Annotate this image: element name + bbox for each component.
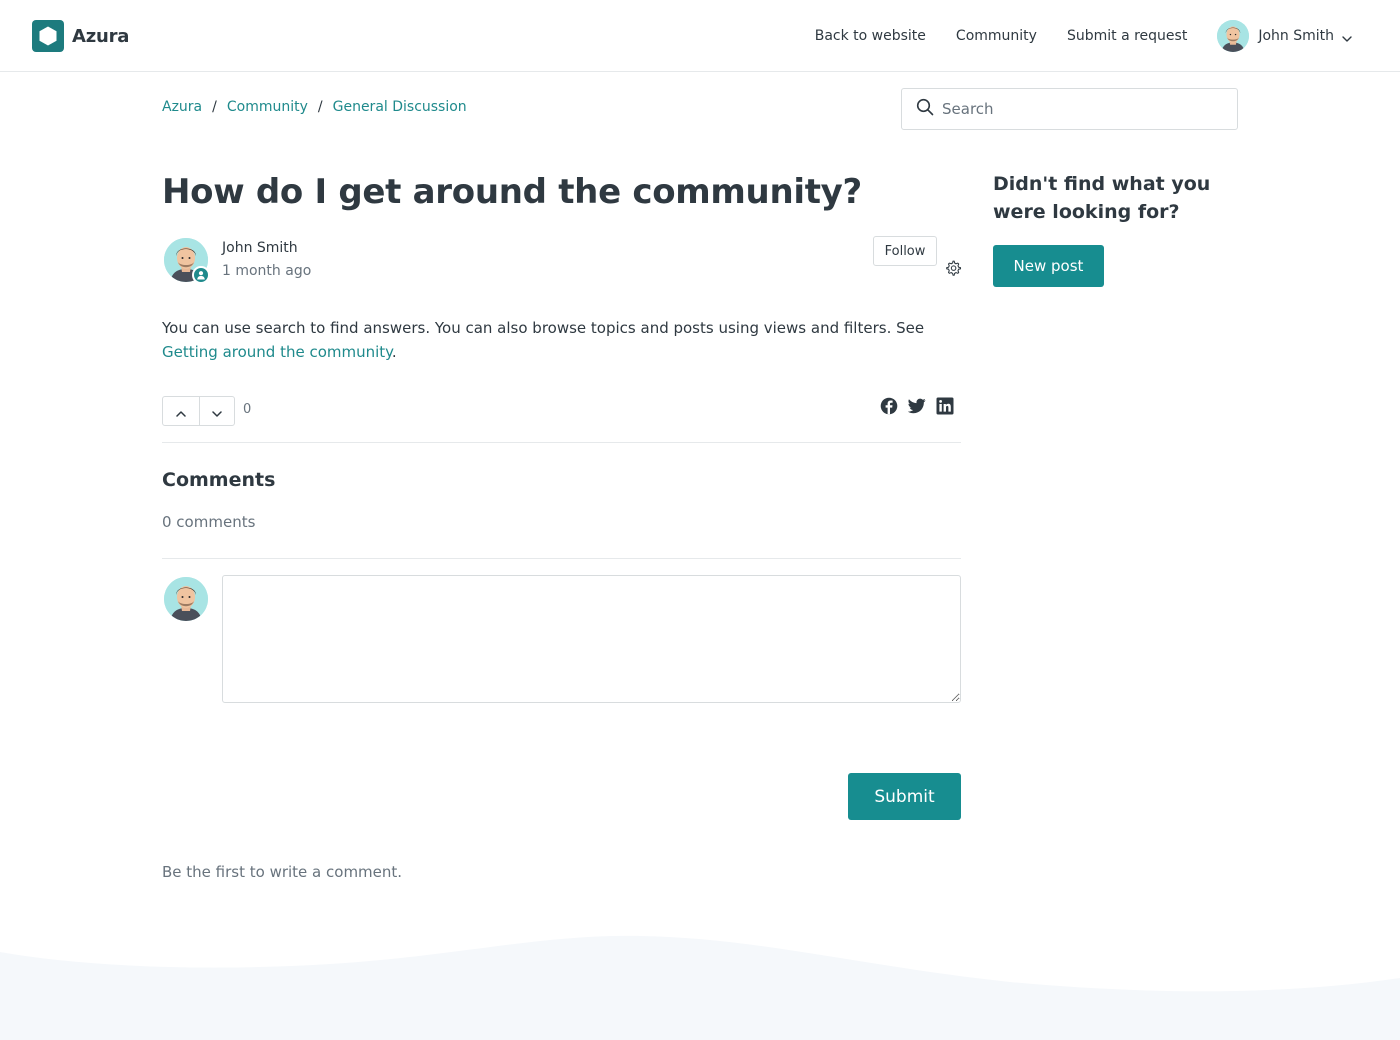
vote-up-button[interactable]: [163, 397, 199, 425]
commenter-avatar: [164, 577, 208, 621]
share-links: [880, 397, 964, 419]
comments-divider: [162, 558, 961, 559]
comments-count: 0 comments: [162, 513, 256, 531]
brand-name: Azura: [72, 25, 130, 47]
breadcrumb-separator: /: [212, 99, 217, 115]
top-nav: Back to website Community Submit a reque…: [785, 20, 1352, 52]
comments-title: Comments: [162, 469, 276, 491]
vote-count: 0: [243, 402, 252, 417]
empty-comments-message: Be the first to write a comment.: [162, 863, 403, 881]
search-icon: [916, 98, 934, 120]
breadcrumb-general-discussion[interactable]: General Discussion: [333, 99, 467, 115]
post-body: You can use search to find answers. You …: [162, 316, 962, 364]
linkedin-icon[interactable]: [936, 397, 954, 419]
search-input[interactable]: [942, 100, 1222, 118]
follow-button[interactable]: Follow: [873, 236, 937, 266]
twitter-icon[interactable]: [907, 398, 926, 418]
user-avatar: [1217, 20, 1250, 52]
user-name: John Smith: [1258, 28, 1334, 44]
footer-wave: [0, 935, 1400, 1040]
search-box: [901, 88, 1238, 130]
chevron-down-icon: [212, 402, 222, 421]
post-body-end: .: [391, 343, 397, 361]
gear-icon[interactable]: [944, 259, 962, 281]
breadcrumb-azura[interactable]: Azura: [162, 99, 202, 115]
new-post-button[interactable]: New post: [993, 245, 1104, 287]
user-menu[interactable]: John Smith: [1217, 20, 1352, 52]
nav-back-to-website[interactable]: Back to website: [815, 28, 926, 44]
vote-controls: [162, 396, 235, 426]
nav-submit-request[interactable]: Submit a request: [1067, 28, 1187, 44]
hexagon-logo-icon: [32, 20, 64, 52]
post-title: How do I get around the community?: [162, 172, 862, 212]
user-badge-icon: [192, 266, 210, 284]
chevron-up-icon: [176, 402, 186, 421]
facebook-icon[interactable]: [880, 397, 898, 419]
logo-link[interactable]: Azura: [32, 20, 129, 52]
post-body-text: You can use search to find answers. You …: [162, 319, 925, 337]
site-header: Azura Back to website Community Submit a…: [0, 0, 1400, 72]
chevron-down-icon: [1342, 27, 1352, 46]
breadcrumb: Azura / Community / General Discussion: [162, 99, 467, 115]
submit-button[interactable]: Submit: [848, 773, 961, 820]
breadcrumb-community[interactable]: Community: [227, 99, 308, 115]
getting-around-link[interactable]: Getting around the community: [162, 343, 392, 361]
vote-down-button[interactable]: [198, 397, 235, 425]
sidebar-title: Didn't find what you were looking for?: [993, 173, 1211, 223]
author-name[interactable]: John Smith: [222, 240, 298, 256]
breadcrumb-separator: /: [317, 99, 323, 115]
post-divider: [162, 442, 961, 443]
comment-textarea[interactable]: [222, 575, 961, 703]
nav-community[interactable]: Community: [956, 28, 1037, 44]
post-timestamp: 1 month ago: [222, 263, 312, 279]
